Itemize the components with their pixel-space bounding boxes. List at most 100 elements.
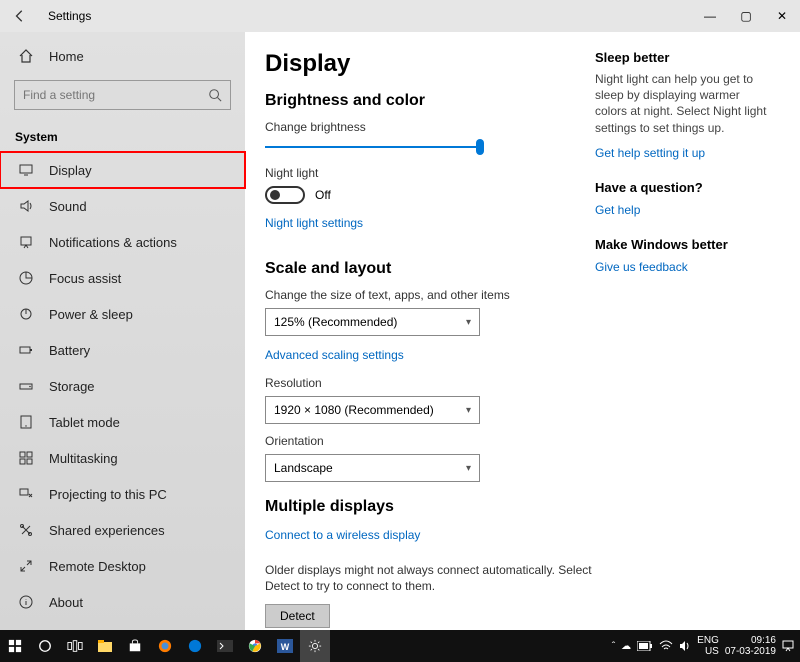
sidebar-home[interactable]: Home xyxy=(0,38,245,74)
toggle-knob xyxy=(270,190,280,200)
edge-icon[interactable] xyxy=(180,630,210,662)
tablet-icon xyxy=(15,414,37,430)
system-tray[interactable]: ˆ ☁ ENG US 09:16 07-03-2019 xyxy=(612,635,800,657)
orientation-select[interactable]: Landscape ▾ xyxy=(265,454,480,482)
chevron-down-icon: ▾ xyxy=(466,463,471,474)
sidebar-item-projecting[interactable]: Projecting to this PC xyxy=(0,476,245,512)
sidebar-item-shared[interactable]: Shared experiences xyxy=(0,512,245,548)
maximize-button[interactable]: ▢ xyxy=(728,0,764,32)
sidebar-item-label: Multitasking xyxy=(49,451,118,466)
sleep-better-desc: Night light can help you get to sleep by… xyxy=(595,71,773,136)
taskview-button[interactable] xyxy=(60,630,90,662)
tray-clock[interactable]: 09:16 07-03-2019 xyxy=(725,635,776,657)
advanced-scaling-link[interactable]: Advanced scaling settings xyxy=(265,348,404,362)
storage-icon xyxy=(15,378,37,394)
battery-icon xyxy=(15,342,37,358)
slider-thumb[interactable] xyxy=(476,139,484,155)
sidebar-item-focus-assist[interactable]: Focus assist xyxy=(0,260,245,296)
sidebar-item-label: Notifications & actions xyxy=(49,235,177,250)
power-icon xyxy=(15,306,37,322)
chrome-icon[interactable] xyxy=(240,630,270,662)
sidebar-item-label: Projecting to this PC xyxy=(49,487,167,502)
chevron-down-icon: ▾ xyxy=(466,405,471,416)
sidebar-item-label: Remote Desktop xyxy=(49,559,146,574)
sidebar-item-storage[interactable]: Storage xyxy=(0,368,245,404)
word-icon[interactable]: W xyxy=(270,630,300,662)
chevron-down-icon: ▾ xyxy=(466,317,471,328)
projecting-icon xyxy=(15,486,37,502)
file-explorer-icon[interactable] xyxy=(90,630,120,662)
sleep-better-title: Sleep better xyxy=(595,50,773,65)
sidebar-item-notifications[interactable]: Notifications & actions xyxy=(0,224,245,260)
sidebar-item-about[interactable]: About xyxy=(0,584,245,620)
sidebar-item-remote[interactable]: Remote Desktop xyxy=(0,548,245,584)
brightness-slider[interactable] xyxy=(265,146,480,148)
sidebar-section-label: System xyxy=(0,118,245,152)
tray-battery-icon[interactable] xyxy=(637,641,653,651)
sidebar-item-sound[interactable]: Sound xyxy=(0,188,245,224)
connect-wireless-link[interactable]: Connect to a wireless display xyxy=(265,528,420,542)
search-input[interactable] xyxy=(23,88,208,102)
back-button[interactable] xyxy=(10,9,30,23)
arrow-left-icon xyxy=(13,9,27,23)
tray-volume-icon[interactable] xyxy=(679,640,691,652)
brightness-heading: Brightness and color xyxy=(265,92,595,110)
feedback-link[interactable]: Give us feedback xyxy=(595,260,688,274)
sidebar: Home System Display Sound Notifications … xyxy=(0,32,245,630)
tray-wifi-icon[interactable] xyxy=(659,640,673,652)
svg-text:W: W xyxy=(281,642,290,652)
sidebar-item-tablet[interactable]: Tablet mode xyxy=(0,404,245,440)
about-icon xyxy=(15,594,37,610)
sidebar-item-multitasking[interactable]: Multitasking xyxy=(0,440,245,476)
sidebar-item-label: Display xyxy=(49,163,92,178)
notification-icon xyxy=(15,234,37,250)
night-light-label: Night light xyxy=(265,166,595,180)
sound-icon xyxy=(15,198,37,214)
store-icon[interactable] xyxy=(120,630,150,662)
sidebar-item-battery[interactable]: Battery xyxy=(0,332,245,368)
night-light-toggle[interactable] xyxy=(265,186,305,204)
sleep-help-link[interactable]: Get help setting it up xyxy=(595,146,705,160)
display-icon xyxy=(15,162,37,178)
aside-column: Sleep better Night light can help you ge… xyxy=(595,50,785,630)
sidebar-item-label: Power & sleep xyxy=(49,307,133,322)
sidebar-item-label: Shared experiences xyxy=(49,523,165,538)
sidebar-item-display[interactable]: Display xyxy=(0,152,245,188)
tray-action-center-icon[interactable] xyxy=(782,640,794,652)
sidebar-item-power[interactable]: Power & sleep xyxy=(0,296,245,332)
tray-lang[interactable]: ENG US xyxy=(697,635,719,657)
window-title: Settings xyxy=(48,9,91,23)
cortana-button[interactable] xyxy=(30,630,60,662)
content-column: Display Brightness and color Change brig… xyxy=(265,50,595,630)
older-displays-desc: Older displays might not always connect … xyxy=(265,562,595,594)
resolution-value: 1920 × 1080 (Recommended) xyxy=(274,403,434,417)
page-title: Display xyxy=(265,50,595,78)
start-button[interactable] xyxy=(0,630,30,662)
sidebar-item-label: Focus assist xyxy=(49,271,121,286)
detect-button[interactable]: Detect xyxy=(265,604,330,628)
scale-value: 125% (Recommended) xyxy=(274,315,397,329)
settings-taskbar-icon[interactable] xyxy=(300,630,330,662)
get-help-link[interactable]: Get help xyxy=(595,203,640,217)
scale-select[interactable]: 125% (Recommended) ▾ xyxy=(265,308,480,336)
shared-icon xyxy=(15,522,37,538)
terminal-icon[interactable] xyxy=(210,630,240,662)
resolution-select[interactable]: 1920 × 1080 (Recommended) ▾ xyxy=(265,396,480,424)
window-titlebar: Settings — ▢ ✕ xyxy=(0,0,800,32)
orientation-label: Orientation xyxy=(265,434,595,448)
orientation-value: Landscape xyxy=(274,461,333,475)
resolution-label: Resolution xyxy=(265,376,595,390)
close-button[interactable]: ✕ xyxy=(764,0,800,32)
firefox-icon[interactable] xyxy=(150,630,180,662)
night-light-settings-link[interactable]: Night light settings xyxy=(265,216,363,230)
tray-chevron-icon[interactable]: ˆ xyxy=(612,641,615,652)
minimize-button[interactable]: — xyxy=(692,0,728,32)
search-box[interactable] xyxy=(14,80,231,110)
multiple-displays-heading: Multiple displays xyxy=(265,498,595,516)
scale-label: Change the size of text, apps, and other… xyxy=(265,288,595,302)
sidebar-item-label: Sound xyxy=(49,199,87,214)
multitasking-icon xyxy=(15,450,37,466)
tray-onedrive-icon[interactable]: ☁ xyxy=(621,641,631,652)
sidebar-item-label: About xyxy=(49,595,83,610)
remote-icon xyxy=(15,558,37,574)
